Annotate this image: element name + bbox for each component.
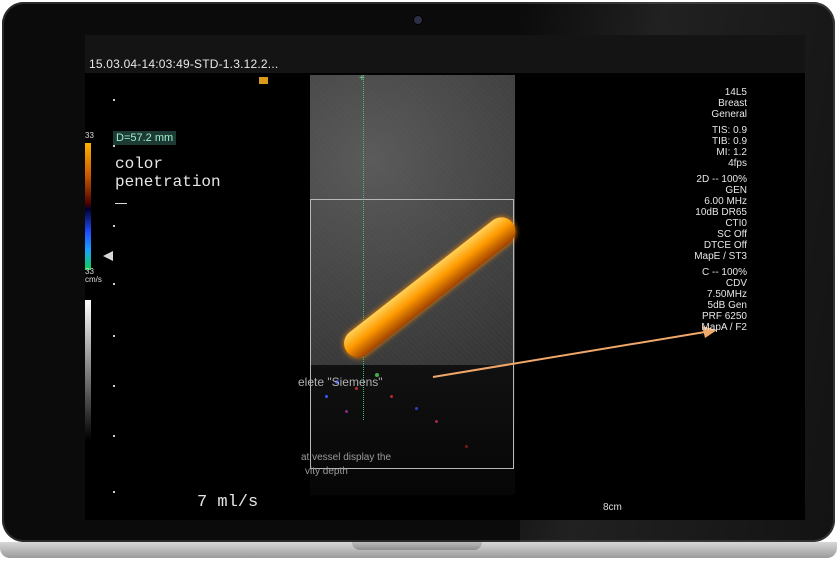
parameters-panel: 14L5 Breast General TIS: 0.9 TIB: 0.9 MI… xyxy=(627,87,747,333)
laptop-frame: 15.03.04-14:03:49-STD-1.3.12.2... 33 33 … xyxy=(0,0,837,564)
depth-tick xyxy=(113,225,115,227)
top-bar: 15.03.04-14:03:49-STD-1.3.12.2... xyxy=(85,35,805,73)
velocity-scale-min: 33 cm/s xyxy=(85,268,102,284)
param-map-e: MapE / ST3 xyxy=(694,251,747,262)
depth-tick xyxy=(113,491,115,493)
ultrasound-screen: 15.03.04-14:03:49-STD-1.3.12.2... 33 33 … xyxy=(85,35,805,520)
depth-readout: 8cm xyxy=(603,502,622,513)
param-dtce: DTCE Off xyxy=(703,240,747,251)
annotation-text-depth: vity depth xyxy=(305,466,348,477)
depth-tick xyxy=(113,335,115,337)
color-speck xyxy=(415,407,418,410)
color-speck xyxy=(435,420,438,423)
color-speck xyxy=(465,445,468,448)
velocity-scale-max: 33 xyxy=(85,131,94,140)
depth-tick xyxy=(113,283,115,285)
depth-tick xyxy=(113,435,115,437)
param-cti: CTI0 xyxy=(725,218,747,229)
color-velocity-scale xyxy=(85,143,91,270)
param-b-mode: 2D -- 100% xyxy=(696,174,747,185)
param-gen: GEN xyxy=(725,185,747,196)
param-fps: 4fps xyxy=(728,158,747,169)
depth-tick xyxy=(113,385,115,387)
param-preset: Breast xyxy=(718,98,747,109)
param-prf: PRF 6250 xyxy=(701,311,747,322)
overlay-text-penetration: penetration xyxy=(115,173,221,191)
grayscale-bar xyxy=(85,300,91,440)
depth-tick xyxy=(113,99,115,101)
flow-rate: 7 ml/s xyxy=(197,493,259,512)
param-tib: TIB: 0.9 xyxy=(711,136,747,147)
camera-icon xyxy=(414,16,422,24)
param-b-freq: 6.00 MHz xyxy=(704,196,747,207)
focus-arrow-icon xyxy=(103,251,113,261)
orientation-marker xyxy=(259,77,268,84)
param-mi: MI: 1.2 xyxy=(716,147,747,158)
param-cdv: CDV xyxy=(725,278,747,289)
laptop-notch xyxy=(352,542,482,550)
velocity-scale-unit: cm/s xyxy=(85,275,102,284)
color-speck xyxy=(325,395,328,398)
param-c-freq: 7.50MHz xyxy=(706,289,747,300)
annotation-text-siemens: elete "Siemens" xyxy=(298,375,383,389)
param-sc: SC Off xyxy=(717,229,747,240)
depth-tick xyxy=(113,145,115,147)
overlay-text-color: color xyxy=(115,155,164,173)
param-mode: General xyxy=(711,109,747,120)
divider xyxy=(115,203,127,204)
color-speck xyxy=(345,410,348,413)
param-tis: TIS: 0.9 xyxy=(711,125,747,136)
param-map-a: MapA / F2 xyxy=(701,322,747,333)
color-speck xyxy=(390,395,393,398)
param-probe: 14L5 xyxy=(724,87,747,98)
session-id: 15.03.04-14:03:49-STD-1.3.12.2... xyxy=(89,57,279,71)
distance-measurement: D=57.2 mm xyxy=(113,131,177,145)
param-dr: 10dB DR65 xyxy=(695,207,747,218)
param-c-gain: 5dB Gen xyxy=(707,300,747,311)
annotation-text-vessel: at vessel display the xyxy=(301,452,392,463)
centerline-marker-icon: + xyxy=(359,73,365,84)
param-c-mode: C -- 100% xyxy=(701,267,747,278)
